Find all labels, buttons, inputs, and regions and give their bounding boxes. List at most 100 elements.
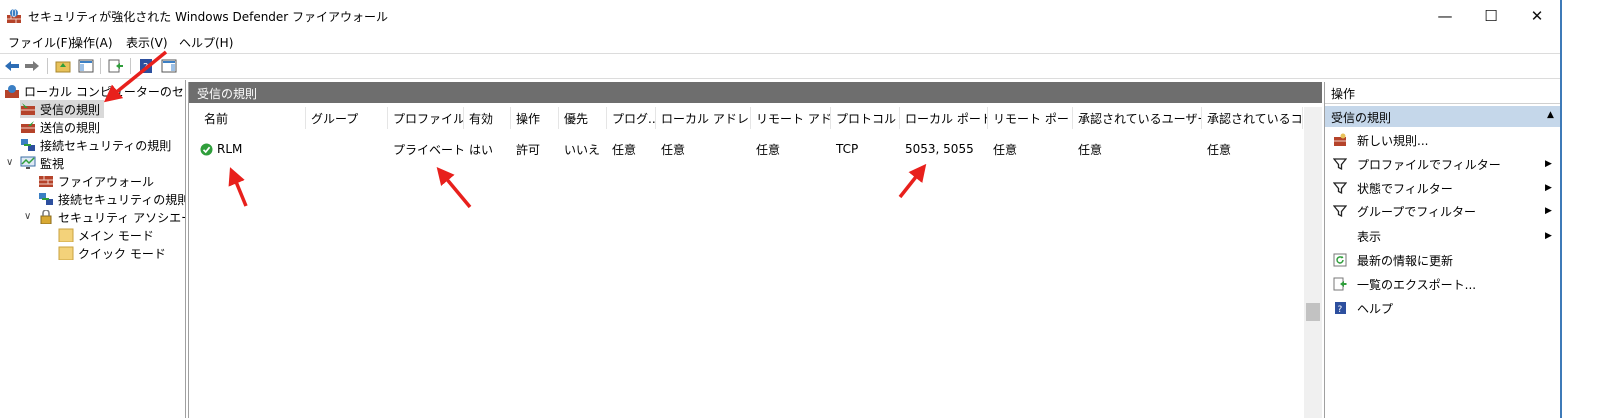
column-header-protocol[interactable]: プロトコル: [831, 107, 900, 129]
help-book-icon: ?: [140, 59, 152, 73]
cell-authorized-computers: 任意: [1207, 142, 1232, 157]
console-tree: ローカル コンピューターのセキュリティ 受信の規則 送信の規則 接続セキュリティ…: [0, 80, 186, 418]
cell-override: いいえ: [564, 142, 601, 157]
menu-view[interactable]: 表示(V): [126, 34, 168, 51]
column-header-override[interactable]: 優先: [559, 107, 607, 129]
enabled-check-icon: [200, 143, 213, 155]
folder-icon: [58, 228, 74, 242]
cell-profile: プライベート: [393, 142, 466, 157]
tree-item-inbound-rules[interactable]: 受信の規則: [20, 100, 105, 118]
menu-bar: ファイル(F) 操作(A) 表示(V) ヘルプ(H): [0, 32, 1560, 52]
tree-item-firewall[interactable]: ファイアウォール: [38, 172, 154, 190]
tree-item-security-associations[interactable]: セキュリティ アソシエーション: [38, 208, 185, 226]
rules-list-panel: 受信の規則 ^ 名前 グループ プロファイル 有効 操作 優先 プログ... ロー…: [188, 82, 1322, 418]
tree-item-label: 送信の規則: [40, 120, 101, 135]
connection-security-icon: [39, 193, 53, 205]
submenu-arrow-icon: ▶: [1545, 183, 1552, 193]
close-button[interactable]: ✕: [1514, 0, 1560, 32]
tree-item-main-mode[interactable]: メイン モード: [58, 226, 154, 244]
back-button[interactable]: [3, 57, 21, 75]
column-header-program[interactable]: プログ...: [607, 107, 656, 129]
tree-item-label: メイン モード: [78, 228, 154, 243]
cell-local-port: 5053, 5055: [905, 142, 974, 156]
column-header-remote-port[interactable]: リモート ポート: [988, 107, 1073, 129]
column-header-action[interactable]: 操作: [511, 107, 559, 129]
actions-pane-title: 操作: [1331, 87, 1356, 101]
forward-button[interactable]: [23, 57, 41, 75]
action-refresh[interactable]: 最新の情報に更新: [1325, 249, 1561, 271]
vertical-scrollbar[interactable]: [1304, 107, 1322, 418]
new-rule-icon: [1333, 133, 1347, 147]
panel-header: 受信の規則: [189, 82, 1322, 103]
cell-action: 許可: [516, 142, 541, 157]
cell-authorized-users: 任意: [1078, 142, 1103, 157]
menu-file[interactable]: ファイル(F): [8, 34, 72, 51]
tree-item-connection-security-rules[interactable]: 接続セキュリティの規則: [20, 136, 171, 154]
actions-section-inbound[interactable]: 受信の規則 ▲: [1325, 106, 1561, 127]
actions-section-title: 受信の規則: [1331, 111, 1392, 125]
cell-program: 任意: [612, 142, 637, 157]
toolbar-separator: [100, 58, 101, 74]
tree-item-label: 監視: [40, 156, 65, 171]
scrollbar-thumb[interactable]: [1306, 303, 1320, 321]
tree-item-outbound-rules[interactable]: 送信の規則: [20, 118, 100, 136]
column-header-local-address[interactable]: ローカル アドレス: [656, 107, 751, 129]
column-header-remote-address[interactable]: リモート アド...: [751, 107, 831, 129]
tree-item-quick-mode[interactable]: クイック モード: [58, 244, 166, 262]
svg-text:?: ?: [1337, 305, 1342, 315]
tree-item-monitoring[interactable]: 監視: [20, 154, 64, 172]
tree-item-label: ファイアウォール: [58, 174, 155, 189]
expand-chevron-icon[interactable]: ∨: [6, 157, 13, 168]
collapse-triangle-icon[interactable]: ▲: [1547, 110, 1554, 120]
maximize-button[interactable]: ☐: [1468, 0, 1514, 32]
tree-root-local-security[interactable]: ローカル コンピューターのセキュリティ: [4, 82, 185, 100]
action-view[interactable]: 表示 ▶: [1325, 225, 1561, 247]
column-header-authorized-computers[interactable]: 承認されているコンピ: [1202, 107, 1303, 129]
column-header-profile[interactable]: プロファイル: [388, 107, 464, 129]
action-help[interactable]: ? ヘルプ: [1325, 297, 1561, 319]
minimize-button[interactable]: —: [1422, 0, 1468, 32]
cell-name: RLM: [195, 139, 306, 159]
toolbar-separator: [130, 58, 131, 74]
column-header-enabled[interactable]: 有効: [464, 107, 511, 129]
menu-help[interactable]: ヘルプ(H): [179, 34, 233, 51]
action-filter-by-group[interactable]: グループでフィルター ▶: [1325, 200, 1561, 222]
action-export-list[interactable]: 一覧のエクスポート...: [1325, 273, 1561, 295]
tree-item-label: クイック モード: [78, 246, 166, 261]
expand-chevron-icon[interactable]: ∨: [24, 211, 31, 222]
column-header-local-port[interactable]: ローカル ポート: [900, 107, 988, 129]
tree-item-monitor-connection-security[interactable]: 接続セキュリティの規則: [38, 190, 185, 208]
action-filter-by-profile[interactable]: プロファイルでフィルター ▶: [1325, 153, 1561, 175]
action-new-rule[interactable]: 新しい規則...: [1325, 129, 1561, 151]
sort-ascending-icon: ^: [251, 107, 259, 113]
column-header-authorized-users[interactable]: 承認されているユーザー: [1073, 107, 1202, 129]
firewall-globe-icon: [5, 85, 19, 98]
cell-remote-address: 任意: [756, 142, 781, 157]
menu-action[interactable]: 操作(A): [71, 34, 113, 51]
help-button[interactable]: ?: [137, 57, 155, 75]
monitoring-icon: [20, 156, 36, 169]
firewall-app-icon: [7, 8, 21, 23]
tree-item-label: 接続セキュリティの規則: [40, 138, 172, 153]
submenu-arrow-icon: ▶: [1545, 206, 1552, 216]
close-icon: ✕: [1530, 7, 1544, 25]
cell-local-address: 任意: [661, 142, 686, 157]
firewall-window: セキュリティが強化された Windows Defender ファイアウォール —…: [0, 0, 1601, 418]
export-icon: [1333, 277, 1347, 291]
action-filter-by-state[interactable]: 状態でフィルター ▶: [1325, 177, 1561, 199]
show-hide-action-pane-button[interactable]: [160, 57, 178, 75]
column-header-name[interactable]: ^ 名前: [199, 107, 306, 129]
up-one-level-button[interactable]: [54, 57, 72, 75]
column-header-group[interactable]: グループ: [306, 107, 388, 129]
svg-text:?: ?: [143, 62, 148, 73]
cell-remote-port: 任意: [993, 142, 1018, 157]
console-tree-icon: [78, 59, 94, 73]
window-edge: [1560, 0, 1601, 418]
toolbar: ?: [0, 53, 1560, 79]
title-bar: セキュリティが強化された Windows Defender ファイアウォール —…: [0, 0, 1560, 32]
table-row[interactable]: RLM プライベート はい 許可 いいえ 任意 任意 任意 TCP 5053, …: [189, 139, 1303, 159]
show-hide-tree-button[interactable]: [77, 57, 95, 75]
export-list-button[interactable]: [107, 57, 125, 75]
minimize-icon: —: [1437, 7, 1453, 25]
actions-pane: 操作 受信の規則 ▲ 新しい規則... プロファイルでフィルター ▶ 状態でフィ…: [1324, 82, 1561, 418]
